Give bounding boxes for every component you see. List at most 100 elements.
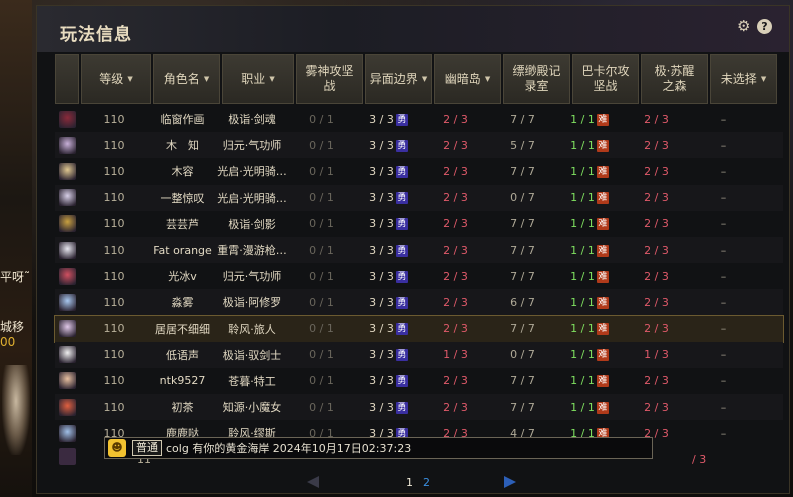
avatar-cell [55,293,79,311]
ethereal-hall-cell-text: 6 / 7 [510,295,535,309]
other-boundary-cell: 3 / 3勇 [355,374,422,388]
job-cell: 归元·气功师 [216,268,288,284]
column-header[interactable]: 等级 ▼ [81,54,151,104]
next-page-arrow-icon[interactable] [504,476,516,488]
job-cell-text: 极诣·阿修罗 [222,296,282,310]
sort-arrow-icon: ▼ [484,74,491,83]
unselected-cell-text: – [720,164,727,178]
avatar [58,267,76,285]
brave-mode-badge: 勇 [395,192,408,205]
table-row[interactable]: 110 Fat orange 重霄·漫游枪… 0 / 1 3 / 3勇 2 / 3 7 / … [55,236,783,264]
table-row[interactable]: 110 临窗作画 极诣·剑魂 0 / 1 3 / 3勇 2 / 3 7 / 7 1 / 1难 2… [55,106,783,132]
table-row[interactable]: 110 芸芸芦 极诣·剑影 0 / 1 3 / 3勇 2 / 3 7 / 7 1 / 1难 2 … [55,211,783,237]
unselected-cell-text: – [720,138,727,152]
table-row[interactable]: 110 初茶 知源·小魔女 0 / 1 3 / 3勇 2 / 3 7 / 7 1 / 1难 2 … [55,394,783,421]
table-row[interactable]: 110 木容 光启·光明骑… 0 / 1 3 / 3勇 2 / 3 7 / 7 1 / 1难 2… [55,158,783,184]
level-cell-text: 110 [103,138,125,152]
character-name-cell: 木 知 [149,137,216,153]
hard-mode-badge: 难 [596,139,609,152]
bakal-raid-cell-text: 1 / 1 [570,112,595,126]
misty-raid-cell: 0 / 1 [288,296,355,309]
misty-raid-cell-text: 0 / 1 [309,164,334,178]
misty-raid-cell: 0 / 1 [288,217,355,230]
job-cell-text: 归元·气功师 [222,139,282,153]
column-header-label: 极·苏醒之森 [654,64,695,93]
hard-mode-badge: 难 [596,349,609,362]
chat-channel-button[interactable]: 普通 [132,440,162,456]
awakening-forest-cell-text: 2 / 3 [644,138,669,152]
page-1-link[interactable]: 1 [406,476,413,489]
job-cell-text: 归元·气功师 [222,270,282,284]
unselected-cell: – [690,165,757,178]
brave-mode-badge: 勇 [395,139,408,152]
other-boundary-cell-text: 3 / 3 [369,138,394,152]
emoji-button[interactable]: ☻ [108,439,126,457]
table-row[interactable]: 110 光冰v 归元·气功师 0 / 1 3 / 3勇 2 / 3 7 / 7 1 / 1难 2… [55,263,783,289]
dark-island-cell-text: 2 / 3 [443,295,468,309]
column-header-label: 职业 [241,71,266,86]
brave-mode-badge: 勇 [395,165,408,178]
ethereal-hall-cell: 7 / 7 [489,113,556,126]
other-boundary-cell-text: 3 / 3 [369,191,394,205]
hard-mode-badge: 难 [596,270,609,283]
level-cell-text: 110 [103,217,125,231]
chat-message-input[interactable]: colg 有你的黄金海岸 2024年10月17日02:37:23 [166,440,411,456]
dark-island-cell-text: 2 / 3 [443,322,468,336]
other-boundary-cell-text: 3 / 3 [369,400,394,414]
character-name-cell-text: 木容 [171,165,194,179]
avatar [58,372,76,390]
character-name-cell: 木容 [149,163,216,179]
table-row[interactable]: 110 低语声 极诣·驭剑士 0 / 13 / 3勇1 / 30 / 71 / 1难1… [55,341,783,368]
help-icon[interactable]: ? [757,19,772,34]
dark-island-cell: 2 / 3 [422,217,489,230]
hard-mode-badge: 难 [596,323,609,336]
ethereal-hall-cell: 7 / 7 [489,322,556,335]
column-header[interactable]: 角色名 ▼ [153,54,220,104]
character-name-cell: 居居不细细 [149,321,216,337]
chat-input-bar[interactable]: ☻ 普通 colg 有你的黄金海岸 2024年10月17日02:37:23 [104,437,653,459]
column-header[interactable]: 雾神攻坚战 [296,54,363,104]
awakening-forest-cell: 2 / 3 [623,113,690,126]
bakal-raid-cell: 1 / 1难 [556,401,623,414]
column-header[interactable]: 巴卡尔攻坚战 [572,54,639,104]
table-row[interactable]: 110 ntk9527 苍暮·特工 0 / 1 3 / 3勇 2 / 3 7 / 7 1 / … [55,368,783,394]
unselected-cell-text: – [720,217,727,231]
ethereal-hall-cell: 7 / 7 [489,165,556,178]
bakal-raid-cell: 1 / 1难 [556,270,623,283]
column-header[interactable]: 异面边界 ▼ [365,54,432,104]
table-row[interactable]: 110 一整惊叹 光启·光明骑… 0 / 1 3 / 3勇 2 / 3 0 / 7 1 / 1… [55,184,783,211]
dark-island-cell-text: 1 / 3 [443,348,468,362]
misty-raid-cell: 0 / 1 [288,113,355,126]
other-boundary-cell: 3 / 3勇 [355,217,422,231]
avatar [58,215,76,233]
page-2-link[interactable]: 2 [423,476,430,489]
awakening-forest-cell-text: 2 / 3 [644,269,669,283]
column-header[interactable]: 职业 ▼ [222,54,294,104]
dark-island-cell: 2 / 3 [422,401,489,414]
avatar [58,110,76,128]
hard-mode-badge: 难 [596,296,609,309]
background-character [2,365,30,455]
unselected-cell: – [690,322,757,335]
left-game-strip: 平呀˜男 城移 00 [0,0,32,497]
column-header[interactable]: 未选择 ▼ [710,54,777,104]
unselected-cell: – [690,270,757,283]
bakal-raid-cell-text: 1 / 1 [570,269,595,283]
column-header[interactable]: 缥缈殿记录室 [503,54,570,104]
character-name-cell-text: 淼雾 [171,296,194,310]
other-boundary-cell-text: 3 / 3 [369,322,394,336]
other-boundary-cell: 3 / 3勇 [355,270,422,283]
column-header[interactable]: 幽暗岛 ▼ [434,54,501,104]
table-row[interactable]: 110 居居不细细 聆风·旅人 0 / 1 3 / 3勇 2 / 3 7 / 7 1 / 1难… [54,314,784,343]
prev-page-arrow-icon[interactable] [307,476,319,488]
character-name-cell-text: 一整惊叹 [160,191,205,205]
gear-icon[interactable]: ⚙ [737,19,752,34]
table-row[interactable]: 110 淼雾 极诣·阿修罗 0 / 1 3 / 3勇 2 / 3 6 / 7 1 / 1难 2 … [55,289,783,316]
dark-island-cell-text: 2 / 3 [443,400,468,414]
ethereal-hall-cell-text: 7 / 7 [510,164,535,178]
ethereal-hall-cell: 7 / 7 [489,374,556,387]
table-row[interactable]: 110 木 知 归元·气功师 0 / 1 3 / 3勇 2 / 3 5 / 7 1 / 1难 2… [55,132,783,159]
avatar-cell [55,398,79,416]
column-header[interactable]: 极·苏醒之森 [641,54,708,104]
brave-mode-badge: 勇 [395,296,408,309]
